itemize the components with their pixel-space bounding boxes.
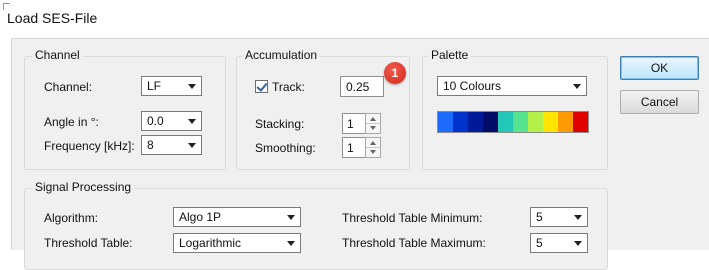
channel-select-value: LF: [147, 79, 162, 93]
chevron-down-icon: [573, 84, 581, 89]
spin-down-icon[interactable]: [366, 124, 380, 133]
threshold-min-label: Threshold Table Minimum:: [342, 211, 483, 225]
chevron-down-icon: [188, 119, 196, 124]
threshold-max-select[interactable]: 5: [530, 233, 588, 253]
signal-processing-group: [24, 188, 608, 270]
smoothing-label: Smoothing:: [255, 141, 316, 155]
stacking-spin-buttons: [365, 113, 381, 134]
signal-processing-group-label: Signal Processing: [32, 180, 135, 194]
annotation-badge: 1: [384, 62, 406, 84]
threshold-table-select-value: Logarithmic: [179, 236, 242, 250]
threshold-min-select-value: 5: [536, 210, 543, 224]
palette-swatch: [498, 112, 513, 132]
window-corner: [3, 3, 10, 10]
cancel-button[interactable]: Cancel: [620, 90, 699, 114]
stacking-label: Stacking:: [255, 117, 305, 131]
smoothing-input-value: 1: [347, 141, 354, 155]
threshold-table-label: Threshold Table:: [44, 236, 133, 250]
threshold-max-select-value: 5: [536, 236, 543, 250]
chevron-down-icon: [574, 241, 582, 246]
palette-swatch: [513, 112, 528, 132]
spin-up-icon[interactable]: [366, 138, 380, 148]
frequency-label: Frequency [kHz]:: [44, 139, 135, 153]
stacking-input-value: 1: [347, 117, 354, 131]
chevron-down-icon: [287, 241, 295, 246]
angle-select-value: 0.0: [147, 114, 164, 128]
algorithm-select[interactable]: Algo 1P: [173, 207, 301, 227]
angle-select[interactable]: 0.0: [141, 111, 202, 131]
palette-swatch: [558, 112, 573, 132]
ok-button[interactable]: OK: [620, 56, 699, 80]
chevron-down-icon: [287, 215, 295, 220]
channel-group-label: Channel: [32, 48, 83, 62]
palette-group-label: Palette: [428, 48, 472, 62]
smoothing-spin-buttons: [365, 137, 381, 158]
channel-select[interactable]: LF: [141, 76, 202, 96]
checkmark-icon: [256, 80, 268, 92]
chevron-down-icon: [574, 215, 582, 220]
palette-swatch: [468, 112, 483, 132]
stacking-input[interactable]: 1: [342, 113, 366, 134]
palette-preview: [437, 111, 589, 133]
palette-swatch: [528, 112, 543, 132]
palette-select-value: 10 Colours: [443, 79, 502, 93]
chevron-down-icon: [188, 84, 196, 89]
track-input-value: 0.25: [346, 80, 370, 94]
smoothing-spinner[interactable]: 1: [342, 137, 382, 158]
threshold-table-select[interactable]: Logarithmic: [173, 233, 301, 253]
palette-swatch: [483, 112, 498, 132]
track-input[interactable]: 0.25: [340, 76, 384, 97]
spin-up-icon[interactable]: [366, 114, 380, 124]
smoothing-input[interactable]: 1: [342, 137, 366, 158]
palette-swatch: [438, 112, 453, 132]
accumulation-group-label: Accumulation: [242, 48, 321, 62]
algorithm-label: Algorithm:: [44, 211, 99, 225]
angle-label: Angle in °:: [44, 115, 99, 129]
threshold-min-select[interactable]: 5: [530, 207, 588, 227]
channel-label: Channel:: [44, 80, 93, 94]
threshold-max-label: Threshold Table Maximum:: [342, 236, 486, 250]
palette-swatch: [573, 112, 588, 132]
palette-select[interactable]: 10 Colours: [437, 76, 587, 96]
track-label: Track:: [272, 80, 305, 94]
palette-swatch: [543, 112, 558, 132]
window-title: Load SES-File: [7, 10, 98, 26]
algorithm-select-value: Algo 1P: [179, 210, 222, 224]
palette-swatch: [453, 112, 468, 132]
stacking-spinner[interactable]: 1: [342, 113, 382, 134]
track-checkbox[interactable]: [255, 80, 268, 93]
frequency-select-value: 8: [147, 138, 154, 152]
frequency-select[interactable]: 8: [141, 135, 202, 155]
spin-down-icon[interactable]: [366, 148, 380, 157]
chevron-down-icon: [188, 143, 196, 148]
